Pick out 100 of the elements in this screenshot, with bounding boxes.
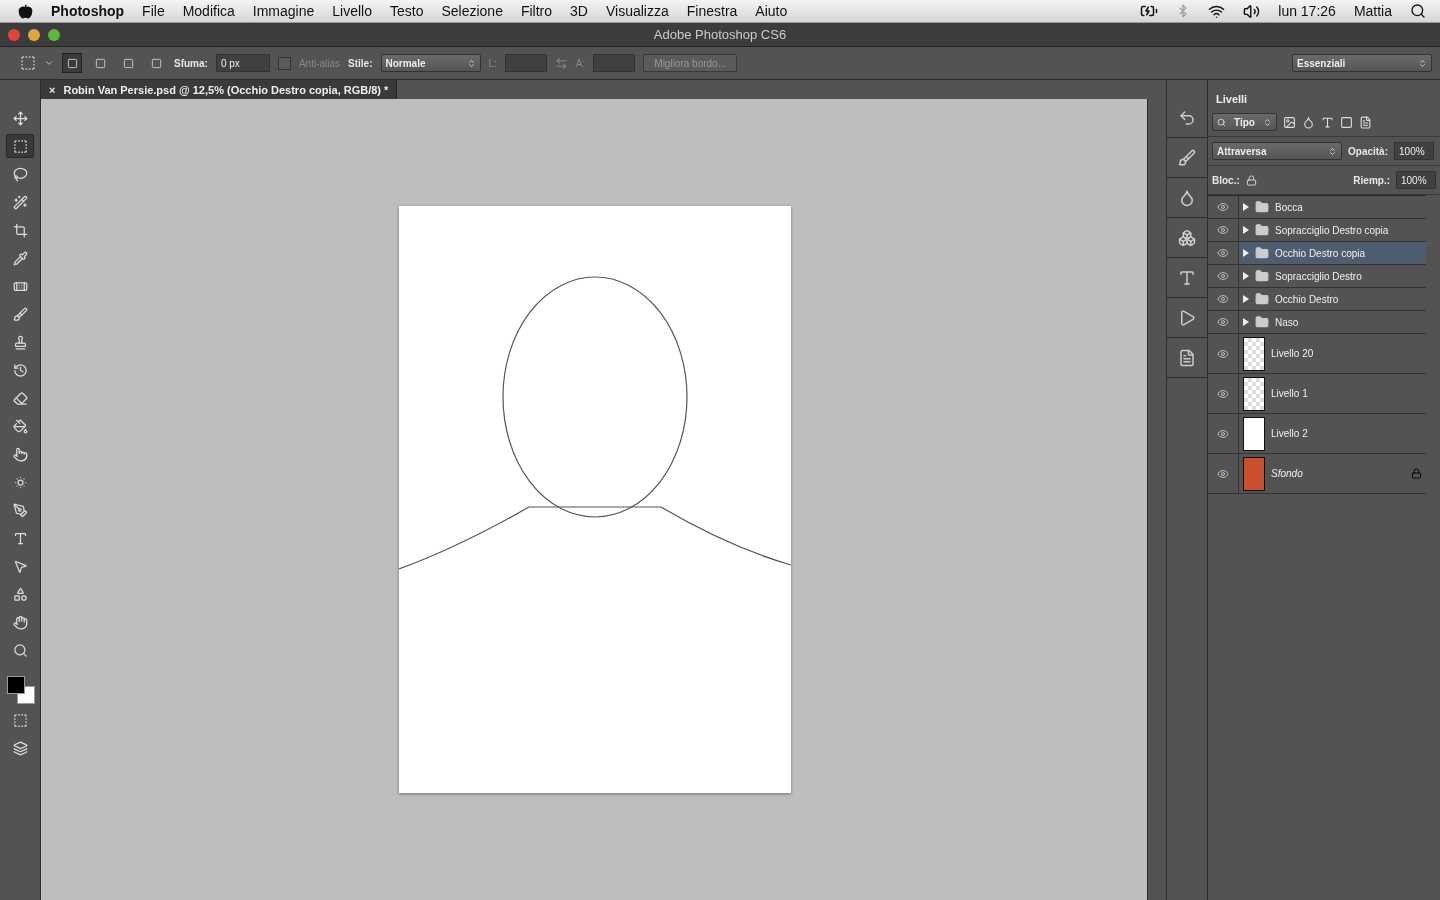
eye-icon: [1217, 427, 1229, 440]
layer-row[interactable]: Occhio Destro copia: [1239, 242, 1426, 264]
style-label: Stile:: [348, 57, 373, 69]
marquee-icon: [12, 138, 28, 154]
panel-icon: [1178, 228, 1196, 247]
fill-label: Riemp.:: [1353, 174, 1390, 186]
expand-triangle-icon[interactable]: [1243, 272, 1249, 280]
folder-icon: [1255, 200, 1269, 214]
layer-row[interactable]: Livello 20: [1239, 334, 1426, 373]
width-input[interactable]: [504, 54, 547, 72]
layer-row[interactable]: Livello 2: [1239, 414, 1426, 453]
updown-arrows-icon: [1263, 117, 1272, 127]
eye-icon: [1217, 201, 1229, 213]
eraser-icon: [12, 390, 28, 406]
menu-item[interactable]: Modifica: [182, 3, 235, 19]
expand-triangle-icon[interactable]: [1243, 295, 1249, 303]
brush-icon: [12, 306, 28, 322]
workspace-select[interactable]: Essenziali: [1292, 54, 1432, 72]
layer-thumbnail: [1243, 416, 1265, 451]
search-icon[interactable]: [1410, 3, 1426, 19]
opacity-label: Opacità:: [1348, 145, 1388, 157]
menu-item[interactable]: Immagine: [252, 3, 315, 19]
panel-icon: [1178, 308, 1196, 327]
caret-icon[interactable]: [44, 58, 54, 68]
feather-input[interactable]: 0 px: [215, 54, 270, 72]
menu-item[interactable]: File: [142, 3, 165, 19]
folder-icon: [1255, 269, 1269, 283]
volume-icon[interactable]: [1243, 2, 1261, 20]
search-icon: [1217, 117, 1226, 127]
feather-label: Sfuma:: [174, 57, 208, 69]
folder-icon: [1255, 223, 1269, 237]
fill-input[interactable]: 100%: [1396, 171, 1436, 189]
updown-arrows-icon: [1418, 58, 1427, 68]
window-title: Adobe Photoshop CS6: [652, 27, 788, 42]
expand-triangle-icon[interactable]: [1243, 203, 1249, 211]
close-icon[interactable]: ×: [49, 83, 56, 96]
menu-item[interactable]: Finestra: [686, 3, 738, 19]
antialias-checkbox[interactable]: [277, 56, 291, 70]
expand-triangle-icon[interactable]: [1243, 226, 1249, 234]
menu-item[interactable]: Photoshop: [51, 3, 125, 19]
layer-row[interactable]: Sfondo: [1239, 454, 1426, 493]
color-swatches[interactable]: [5, 674, 35, 704]
image-filter-icon[interactable]: [1283, 115, 1296, 129]
opacity-input[interactable]: 100%: [1394, 142, 1434, 160]
folder-icon: [1255, 315, 1269, 329]
panel-icon: [1178, 188, 1196, 207]
folder-icon: [1255, 246, 1269, 260]
adjustment-filter-icon[interactable]: [1302, 115, 1315, 129]
close-button[interactable]: [8, 28, 20, 41]
menu-item[interactable]: Testo: [390, 3, 424, 19]
paint-bucket-icon: [12, 418, 28, 434]
square-icon: [94, 57, 106, 69]
apple-icon[interactable]: [18, 3, 33, 19]
document-title: Robin Van Persie.psd @ 12,5% (Occhio Destro copia, RGB/8) *: [63, 83, 389, 96]
document-tab[interactable]: × Robin Van Persie.psd @ 12,5% (Occhio Destro copia, RGB/8) *: [41, 80, 398, 99]
minimize-button[interactable]: [28, 28, 40, 41]
scrollbar[interactable]: [1147, 99, 1166, 900]
smart-object-filter-icon[interactable]: [1359, 115, 1372, 129]
panel-icon: [1178, 148, 1196, 167]
eye-icon: [1217, 224, 1229, 236]
filter-select[interactable]: Tipo: [1212, 113, 1277, 131]
eye-icon: [1217, 293, 1229, 305]
blend-mode-select[interactable]: Attraversa: [1212, 142, 1342, 160]
type-filter-icon[interactable]: [1321, 115, 1334, 129]
layer-row[interactable]: Sopracciglio Destro: [1239, 265, 1426, 287]
menu-item[interactable]: Filtro: [520, 3, 553, 19]
layer-row[interactable]: Bocca: [1239, 196, 1426, 218]
lasso-icon: [12, 166, 28, 182]
clock[interactable]: lun 17:26: [1278, 3, 1336, 19]
selection-mode-button[interactable]: [62, 53, 82, 73]
layer-row[interactable]: Sopracciglio Destro copia: [1239, 219, 1426, 241]
panel-icon: [1178, 348, 1196, 367]
menu-item[interactable]: Livello: [332, 3, 372, 19]
style-select[interactable]: Normale: [380, 54, 481, 72]
marquee-icon[interactable]: [20, 55, 36, 71]
magic-wand-icon: [12, 194, 28, 210]
zoom-button[interactable]: [48, 28, 60, 41]
shape-icon: [12, 586, 28, 602]
menu-item[interactable]: Aiuto: [755, 3, 788, 19]
layers-icon: [12, 740, 28, 756]
eye-icon: [1217, 270, 1229, 282]
pointer-icon: [12, 558, 28, 574]
lock-icon[interactable]: [1245, 174, 1257, 186]
layer-row[interactable]: Occhio Destro: [1239, 288, 1426, 310]
layer-thumbnail: [1243, 336, 1265, 371]
expand-triangle-icon[interactable]: [1243, 318, 1249, 326]
layer-row[interactable]: Naso: [1239, 311, 1426, 333]
layer-row[interactable]: Livello 1: [1239, 374, 1426, 413]
shape-filter-icon[interactable]: [1340, 115, 1353, 129]
marquee-tool[interactable]: [6, 134, 34, 158]
menu-item[interactable]: Visualizza: [606, 3, 669, 19]
menu-item[interactable]: 3D: [570, 3, 588, 19]
user-name[interactable]: Mattia: [1353, 3, 1392, 19]
eyedropper-icon: [12, 250, 28, 266]
menu-item[interactable]: Selezione: [441, 3, 503, 19]
eye-icon: [1217, 467, 1229, 480]
expand-triangle-icon[interactable]: [1243, 249, 1249, 257]
height-input[interactable]: [593, 54, 636, 72]
dashed-square-icon: [12, 712, 28, 728]
photo-placeholder: [1243, 456, 1265, 491]
